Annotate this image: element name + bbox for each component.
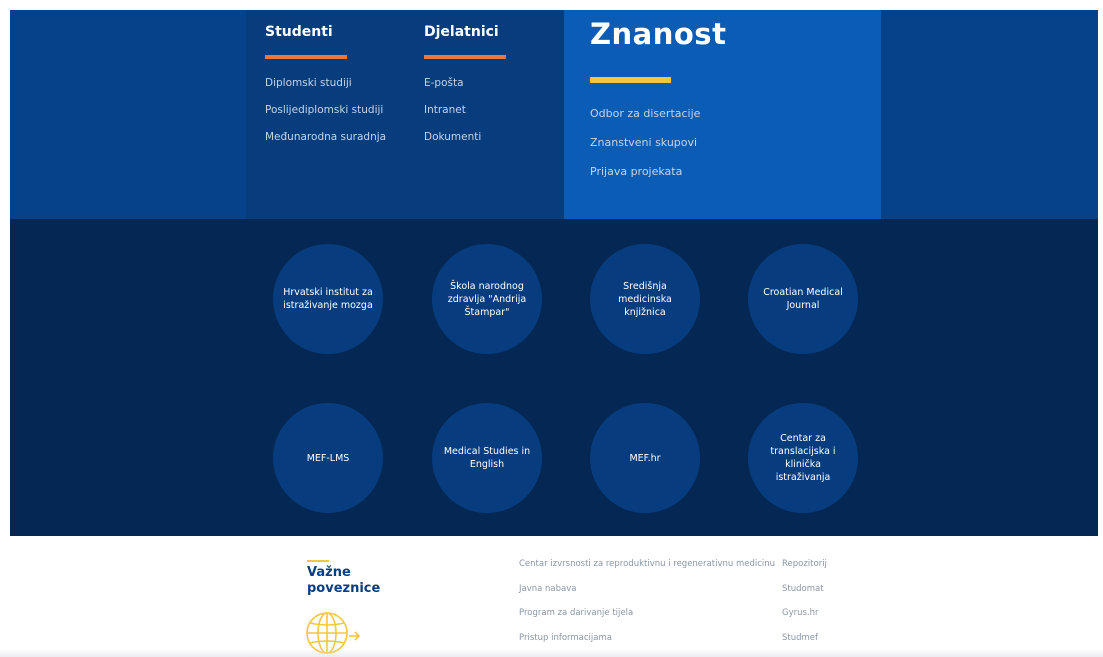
important-link-repozitorij[interactable]: Repozitorij	[782, 558, 827, 570]
menu-link-poslijediplomski-studiji[interactable]: Poslijediplomski studiji	[265, 104, 405, 117]
menu-link-dokumenti[interactable]: Dokumenti	[424, 131, 564, 144]
important-links-title: Važne poveznice	[307, 565, 381, 596]
title-underline	[424, 55, 506, 59]
circle-link-sredisnja-knjiznica[interactable]: Središnja medicinska knjižnica	[590, 244, 700, 354]
menu-column-znanost: Znanost Odbor za disertacije Znanstveni …	[564, 10, 881, 219]
menu-title-djelatnici: Djelatnici	[424, 24, 499, 40]
quick-links-band	[10, 219, 1098, 536]
menu-link-medunarodna-suradnja[interactable]: Međunarodna suradnja	[265, 131, 405, 144]
important-link-studomat[interactable]: Studomat	[782, 583, 827, 595]
menu-link-e-posta[interactable]: E-pošta	[424, 77, 564, 90]
circle-link-skola-narodnog-zdravlja[interactable]: Škola narodnog zdravlja "Andrija Štampar…	[432, 244, 542, 354]
important-links-section: Važne poveznice Centar izvrsnosti za rep…	[0, 536, 1103, 657]
title-underline	[590, 77, 671, 83]
menu-link-prijava-projekata[interactable]: Prijava projekata	[590, 165, 881, 178]
menu-link-znanstveni-skupovi[interactable]: Znanstveni skupovi	[590, 136, 881, 149]
menu-column-djelatnici: Djelatnici E-pošta Intranet Dokumenti	[405, 10, 564, 219]
circle-link-croatian-medical-journal[interactable]: Croatian Medical Journal	[748, 244, 858, 354]
important-links-column-1: Centar izvrsnosti za reproduktivnu i reg…	[519, 558, 775, 656]
circle-link-hiim[interactable]: Hrvatski institut za istraživanje mozga	[273, 244, 383, 354]
important-link-gyrus[interactable]: Gyrus.hr	[782, 607, 827, 619]
important-link-program-darivanje-tijela[interactable]: Program za darivanje tijela	[519, 607, 775, 619]
menu-title-studenti: Studenti	[265, 24, 333, 40]
important-link-centar-izvrsnosti[interactable]: Centar izvrsnosti za reproduktivnu i reg…	[519, 558, 775, 570]
important-link-pristup-informacijama[interactable]: Pristup informacijama	[519, 632, 775, 644]
important-link-studmef[interactable]: Studmef	[782, 632, 827, 644]
bottom-edge-shadow	[0, 649, 1103, 657]
page: Studenti Diplomski studiji Poslijediplom…	[0, 0, 1103, 657]
circle-link-mef-lms[interactable]: MEF-LMS	[273, 403, 383, 513]
title-accent-line	[307, 560, 329, 562]
important-link-javna-nabava[interactable]: Javna nabava	[519, 583, 775, 595]
important-links-column-2: Repozitorij Studomat Gyrus.hr Studmef	[782, 558, 827, 656]
title-underline	[265, 55, 347, 59]
menu-title-znanost: Znanost	[590, 17, 727, 51]
menu-column-studenti: Studenti Diplomski studiji Poslijediplom…	[246, 10, 405, 219]
menu-link-diplomski-studiji[interactable]: Diplomski studiji	[265, 77, 405, 90]
circle-link-centar-translacijska[interactable]: Centar za translacijska i klinička istra…	[748, 403, 858, 513]
circle-link-mef-hr[interactable]: MEF.hr	[590, 403, 700, 513]
menu-link-intranet[interactable]: Intranet	[424, 104, 564, 117]
circle-link-medical-studies-english[interactable]: Medical Studies in English	[432, 403, 542, 513]
menu-link-odbor-za-disertacije[interactable]: Odbor za disertacije	[590, 107, 881, 120]
